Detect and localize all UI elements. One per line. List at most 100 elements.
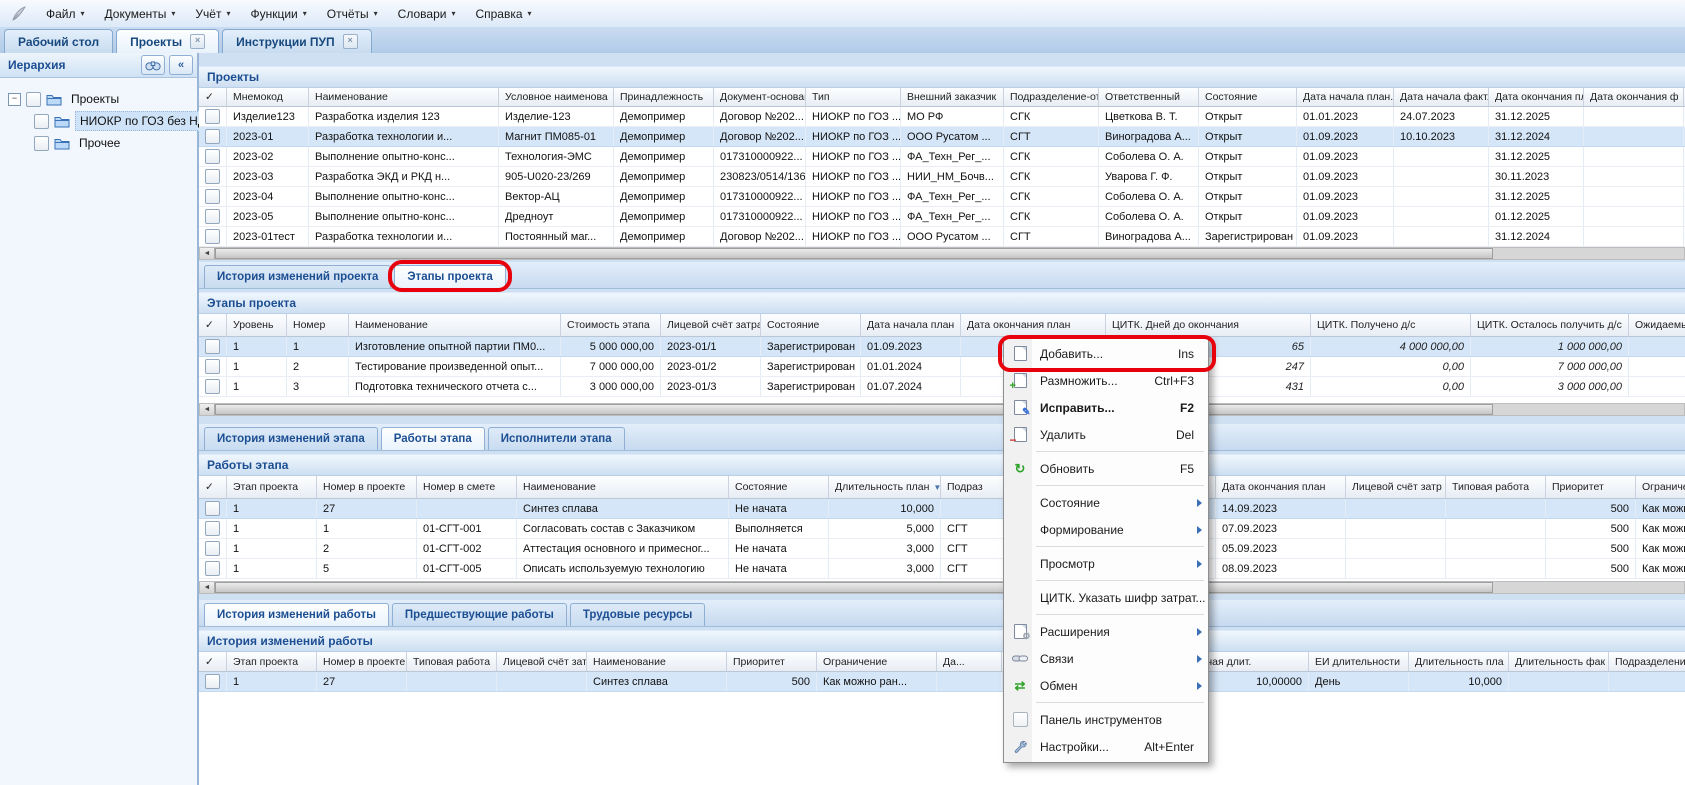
column-header[interactable]: Состояние xyxy=(1199,88,1297,106)
collapse-panel-button[interactable]: « xyxy=(169,55,193,75)
column-header[interactable]: Состояние xyxy=(761,314,861,336)
row-checkbox[interactable] xyxy=(205,109,220,124)
table-row[interactable]: 2023-02Выполнение опытно-конс...Технолог… xyxy=(199,147,1685,167)
column-header[interactable]: Подразделение-от xyxy=(1004,88,1099,106)
column-header[interactable]: Длительность пла xyxy=(1409,652,1509,671)
column-header[interactable]: Дата начала план. xyxy=(1297,88,1394,106)
context-menu-item-11[interactable]: Просмотр xyxy=(1006,550,1206,577)
column-header[interactable]: Условное наименова xyxy=(499,88,614,106)
column-header[interactable]: Номер в смете xyxy=(417,476,517,498)
table-row[interactable]: 2023-05Выполнение опытно-конс...Дредноут… xyxy=(199,207,1685,227)
scroll-left-button[interactable]: ◄ xyxy=(200,582,215,593)
work-subtab-1[interactable]: История изменений работы xyxy=(204,603,389,626)
table-row[interactable]: 2023-04Выполнение опытно-конс...Вектор-А… xyxy=(199,187,1685,207)
row-checkbox[interactable] xyxy=(205,359,220,374)
column-header[interactable]: Ожидаемые xyxy=(1629,314,1685,336)
scroll-thumb[interactable] xyxy=(215,404,1493,415)
row-checkbox[interactable] xyxy=(205,189,220,204)
column-header[interactable]: Номер в проекте xyxy=(317,476,417,498)
column-header[interactable]: Ограничение xyxy=(817,652,937,671)
table-row[interactable]: 127Синтез сплава500Как можно ран...10,00… xyxy=(199,672,1685,692)
tree-checkbox[interactable] xyxy=(34,136,49,151)
column-header[interactable]: Да... xyxy=(937,652,1002,671)
column-header[interactable]: Длительность фак xyxy=(1509,652,1609,671)
row-checkbox[interactable] xyxy=(205,209,220,224)
column-header[interactable]: ✓ xyxy=(199,88,227,106)
menubar-item-2[interactable]: Документы▾ xyxy=(95,3,186,25)
work-subtab-2[interactable]: Предшествующие работы xyxy=(392,603,567,626)
row-checkbox[interactable] xyxy=(205,674,220,689)
column-header[interactable]: ЦИТК. Осталось получить д/с xyxy=(1471,314,1629,336)
stage-subtab-2[interactable]: Работы этапа xyxy=(381,427,485,450)
column-header[interactable]: Лицевой счёт затр xyxy=(497,652,587,671)
context-menu-item-9[interactable]: Формирование xyxy=(1006,516,1206,543)
column-header[interactable]: ✓ xyxy=(199,652,227,671)
column-header[interactable]: Приоритет xyxy=(727,652,817,671)
scroll-left-button[interactable]: ◄ xyxy=(200,248,215,259)
close-tab-icon[interactable]: × xyxy=(343,34,358,49)
column-header[interactable]: Номер xyxy=(287,314,349,336)
table-row[interactable]: 2023-01Разработка технологии и...Магнит … xyxy=(199,127,1685,147)
table-row[interactable]: Изделие123Разработка изделия 123Изделие-… xyxy=(199,107,1685,127)
context-menu-item-3[interactable]: ✎Исправить...F2 xyxy=(1006,394,1206,421)
menubar-item-3[interactable]: Учёт▾ xyxy=(185,3,240,25)
row-checkbox[interactable] xyxy=(205,229,220,244)
row-checkbox[interactable] xyxy=(205,379,220,394)
column-header[interactable]: ✓ xyxy=(199,476,227,498)
column-header[interactable]: Дата окончания план xyxy=(961,314,1106,336)
column-header[interactable]: Дата начала факт. xyxy=(1394,88,1489,106)
row-checkbox[interactable] xyxy=(205,521,220,536)
project-subtab-1[interactable]: История изменений проекта xyxy=(204,265,391,288)
scroll-thumb[interactable] xyxy=(215,248,1493,259)
column-header[interactable]: Типовая работа xyxy=(407,652,497,671)
column-header[interactable]: ЦИТК. Получено д/с xyxy=(1311,314,1471,336)
menubar-item-7[interactable]: Справка▾ xyxy=(465,3,541,25)
context-menu-item-1[interactable]: Добавить...Ins xyxy=(1006,340,1206,367)
context-menu-item-20[interactable]: Настройки...Alt+Enter xyxy=(1006,733,1206,760)
table-row[interactable]: 1501-СГТ-005Описать используемую техноло… xyxy=(199,559,1685,579)
column-header[interactable]: Ответственный xyxy=(1099,88,1199,106)
table-row[interactable]: 2023-01тестРазработка технологии и...Пос… xyxy=(199,227,1685,247)
row-checkbox[interactable] xyxy=(205,129,220,144)
project-subtab-2[interactable]: Этапы проекта xyxy=(394,265,505,288)
tree-item-2[interactable]: НИОКР по ГОЗ без НДС xyxy=(2,110,195,132)
projects-hscrollbar[interactable]: ◄ xyxy=(199,247,1685,260)
context-menu-item-19[interactable]: Панель инструментов xyxy=(1006,706,1206,733)
column-header[interactable]: Дата окончания пл xyxy=(1489,88,1584,106)
scroll-thumb[interactable] xyxy=(215,582,1493,593)
column-header[interactable]: Внешний заказчик xyxy=(901,88,1004,106)
window-tab-2[interactable]: Проекты× xyxy=(116,29,219,53)
column-header[interactable]: Ограниче xyxy=(1636,476,1685,498)
column-header[interactable]: ЦИТК. Дней до окончания xyxy=(1106,314,1311,336)
stage-subtab-1[interactable]: История изменений этапа xyxy=(204,427,378,450)
row-checkbox[interactable] xyxy=(205,541,220,556)
menubar-item-6[interactable]: Словари▾ xyxy=(388,3,466,25)
column-header[interactable]: Наименование xyxy=(587,652,727,671)
table-row[interactable]: 1201-СГТ-002Аттестация основного и приме… xyxy=(199,539,1685,559)
tree-item-1[interactable]: −Проекты xyxy=(2,88,195,110)
context-menu-item-4[interactable]: −УдалитьDel xyxy=(1006,421,1206,448)
stages-hscrollbar[interactable]: ◄ xyxy=(199,403,1685,416)
column-header[interactable]: Этап проекта xyxy=(227,652,317,671)
column-header[interactable]: Стоимость этапа xyxy=(561,314,661,336)
works-hscrollbar[interactable]: ◄ xyxy=(199,581,1685,594)
column-header[interactable]: ✓ xyxy=(199,314,227,336)
column-header[interactable]: Длительность план▼ xyxy=(829,476,941,498)
context-menu-item-13[interactable]: ЦИТК. Указать шифр затрат... xyxy=(1006,584,1206,611)
context-menu-item-16[interactable]: Связи xyxy=(1006,645,1206,672)
column-header[interactable]: Подразделение-ис xyxy=(1609,652,1685,671)
context-menu-item-8[interactable]: Состояние xyxy=(1006,489,1206,516)
table-row[interactable]: 13Подготовка технического отчета с...3 0… xyxy=(199,377,1685,397)
row-checkbox[interactable] xyxy=(205,339,220,354)
window-tab-1[interactable]: Рабочий стол xyxy=(4,29,113,53)
column-header[interactable]: Тип xyxy=(806,88,901,106)
column-header[interactable]: Дата окончания план xyxy=(1216,476,1346,498)
search-binoculars-button[interactable] xyxy=(141,55,165,75)
window-tab-3[interactable]: Инструкции ПУП× xyxy=(222,29,371,53)
tree-item-3[interactable]: Прочее xyxy=(2,132,195,154)
table-row[interactable]: 1101-СГТ-001Согласовать состав с Заказчи… xyxy=(199,519,1685,539)
column-header[interactable]: Наименование xyxy=(309,88,499,106)
table-row[interactable]: 2023-03Разработка ЭКД и РКД н...905-U020… xyxy=(199,167,1685,187)
tree-expander-icon[interactable]: − xyxy=(8,93,21,106)
column-header[interactable]: Уровень xyxy=(227,314,287,336)
